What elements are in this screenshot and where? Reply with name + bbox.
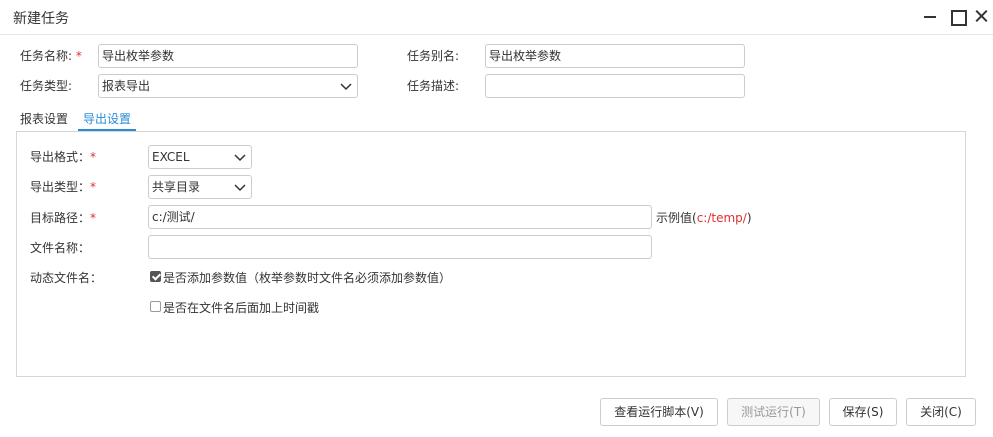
target-path-label: 目标路径：*: [30, 211, 97, 225]
task-type-label: 任务类型:: [20, 79, 73, 93]
required-mark: *: [75, 49, 82, 63]
add-timestamp-label[interactable]: 是否在文件名后面加上时间戳: [163, 300, 319, 316]
task-desc-label: 任务描述:: [407, 79, 460, 93]
tab-report-settings[interactable]: 报表设置: [20, 110, 68, 131]
settings-tabs: 报表设置 导出设置: [16, 106, 966, 131]
task-name-label: 任务名称: *: [20, 49, 82, 63]
export-type-select[interactable]: 共享目录: [148, 175, 252, 199]
target-path-example: 示例值(c:/temp/): [656, 211, 752, 225]
tab-export-settings[interactable]: 导出设置: [78, 110, 137, 131]
add-timestamp-checkbox[interactable]: [150, 301, 161, 312]
close-button[interactable]: 关闭(C): [906, 398, 976, 426]
view-script-button[interactable]: 查看运行脚本(V): [600, 398, 718, 426]
export-format-label: 导出格式：*: [30, 150, 97, 164]
title-bar: 新建任务: [0, 0, 993, 35]
target-path-input[interactable]: c:/测试/: [148, 205, 652, 229]
required-mark: *: [90, 211, 97, 225]
chevron-down-icon: [340, 83, 352, 91]
add-param-checkbox[interactable]: [150, 271, 161, 282]
window-title: 新建任务: [13, 11, 69, 27]
task-alias-input[interactable]: 导出枚举参数: [485, 44, 745, 68]
minimize-icon[interactable]: [921, 7, 939, 25]
task-type-select[interactable]: 报表导出: [98, 74, 358, 98]
export-format-value: EXCEL: [152, 150, 190, 164]
task-alias-label: 任务别名:: [407, 49, 460, 63]
example-value: c:/temp/: [696, 211, 747, 225]
task-type-value: 报表导出: [102, 79, 151, 93]
export-format-select[interactable]: EXCEL: [148, 145, 252, 169]
test-run-button[interactable]: 测试运行(T): [727, 398, 820, 426]
required-mark: *: [90, 150, 97, 164]
export-type-label: 导出类型：*: [30, 180, 97, 194]
dynamic-name-label: 动态文件名：: [30, 271, 103, 285]
required-mark: *: [90, 180, 97, 194]
export-type-value: 共享目录: [152, 180, 201, 194]
file-name-label: 文件名称：: [30, 241, 91, 255]
file-name-input[interactable]: [148, 235, 652, 259]
close-icon[interactable]: [972, 7, 990, 25]
save-button[interactable]: 保存(S): [829, 398, 897, 426]
chevron-down-icon: [234, 184, 246, 192]
add-param-label[interactable]: 是否添加参数值（枚举参数时文件名必须添加参数值）: [163, 270, 451, 286]
task-name-input[interactable]: 导出枚举参数: [98, 44, 358, 68]
task-desc-input[interactable]: [485, 74, 745, 98]
maximize-icon[interactable]: [948, 7, 967, 26]
chevron-down-icon: [234, 154, 246, 162]
